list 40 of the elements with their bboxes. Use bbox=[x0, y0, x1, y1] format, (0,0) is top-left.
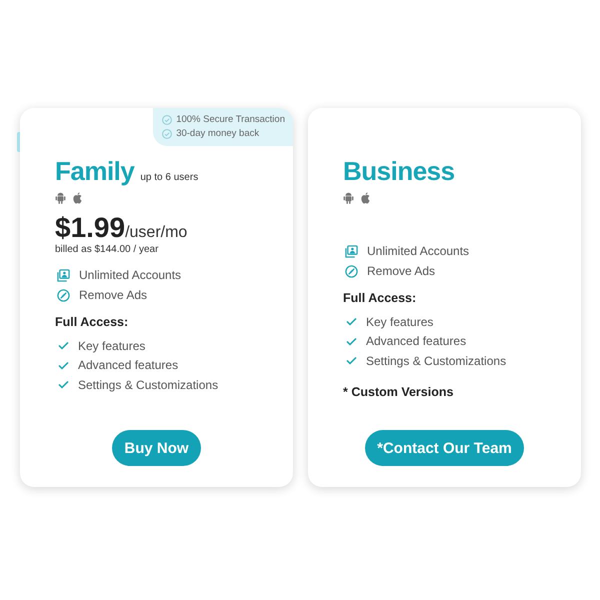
plan-title: Family bbox=[55, 156, 134, 186]
feature-text: Advanced features bbox=[78, 358, 178, 372]
account-card-icon bbox=[57, 268, 70, 282]
android-icon bbox=[55, 192, 66, 204]
account-card-icon bbox=[345, 244, 358, 258]
buy-button[interactable]: Buy Now bbox=[112, 430, 201, 466]
check-icon bbox=[58, 380, 69, 390]
plan-title: Business bbox=[343, 156, 455, 186]
check-circle-icon bbox=[162, 128, 172, 138]
guarantee-text: 100% Secure Transaction bbox=[176, 113, 285, 126]
check-circle-icon bbox=[162, 114, 172, 124]
contact-button[interactable]: *Contact Our Team bbox=[365, 430, 524, 466]
check-icon bbox=[346, 317, 357, 326]
access-heading: Full Access: bbox=[343, 290, 418, 307]
feature-text: Settings & Customizations bbox=[366, 354, 506, 368]
billing-note: billed as $144.00 / year bbox=[55, 244, 160, 256]
guarantee-text: 30-day money back bbox=[176, 127, 260, 140]
prohibited-icon bbox=[345, 264, 358, 278]
ribbon-strip bbox=[17, 132, 20, 152]
check-icon bbox=[346, 336, 357, 346]
custom-note: * Custom Versions bbox=[343, 384, 454, 400]
check-icon bbox=[58, 360, 69, 370]
price-unit: /user/mo bbox=[125, 224, 188, 242]
android-icon bbox=[343, 192, 354, 204]
apple-icon bbox=[72, 192, 83, 204]
feature-text: Remove Ads bbox=[79, 288, 148, 302]
feature-text: Remove Ads bbox=[367, 264, 436, 278]
price-amount: $1.99 bbox=[55, 213, 126, 243]
feature-text: Advanced features bbox=[366, 334, 466, 348]
access-heading: Full Access: bbox=[55, 314, 130, 331]
feature-text: Settings & Customizations bbox=[78, 378, 218, 392]
feature-text: Unlimited Accounts bbox=[367, 244, 470, 258]
feature-text: Unlimited Accounts bbox=[79, 268, 182, 282]
prohibited-icon bbox=[57, 288, 70, 302]
check-icon bbox=[58, 341, 69, 350]
check-icon bbox=[346, 356, 357, 366]
feature-text: Key features bbox=[78, 338, 146, 353]
apple-icon bbox=[360, 192, 371, 204]
feature-text: Key features bbox=[366, 314, 434, 329]
plan-subtitle: up to 6 users bbox=[140, 172, 198, 183]
